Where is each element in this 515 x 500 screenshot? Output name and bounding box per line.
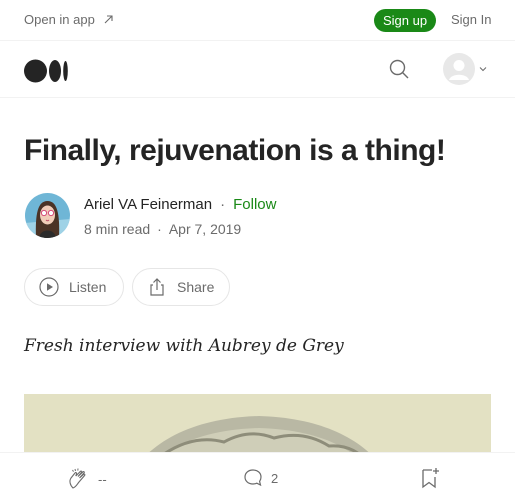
share-label: Share [177, 279, 215, 295]
clap-count: -- [98, 471, 107, 487]
separator-dot: · [220, 196, 226, 213]
user-avatar-icon [443, 53, 475, 85]
listen-button[interactable]: Listen [24, 268, 124, 306]
arrow-up-right-icon [104, 15, 113, 24]
author-line: Ariel VA Feinerman · Follow [84, 196, 276, 213]
search-icon[interactable] [388, 58, 410, 80]
share-button[interactable]: Share [132, 268, 230, 306]
share-icon [150, 278, 164, 296]
author-avatar[interactable] [25, 193, 70, 238]
clap-button[interactable]: -- [66, 467, 107, 491]
medium-logo[interactable] [24, 59, 70, 83]
open-in-app-link[interactable]: Open in app [24, 12, 114, 27]
sign-in-link[interactable]: Sign In [451, 12, 491, 27]
comment-icon [244, 469, 262, 487]
article-subtitle: Fresh interview with Aubrey de Grey [24, 336, 344, 356]
response-count: 2 [271, 470, 279, 486]
bottom-action-bar: -- 2 [0, 452, 515, 500]
listen-label: Listen [69, 279, 107, 295]
clap-icon [69, 468, 86, 489]
bookmark-add-icon[interactable] [421, 466, 441, 490]
responses-button[interactable]: 2 [243, 468, 278, 488]
user-menu[interactable] [443, 53, 487, 85]
top-bar: Open in app Sign up Sign In [0, 0, 515, 41]
sign-up-button[interactable]: Sign up [374, 9, 436, 32]
separator-dot: · [157, 221, 162, 237]
chevron-down-icon [479, 67, 487, 72]
read-time: 8 min read [84, 221, 151, 237]
open-in-app-label: Open in app [24, 12, 95, 27]
follow-button[interactable]: Follow [233, 196, 276, 213]
play-icon [39, 277, 59, 297]
article-meta: 8 min read · Apr 7, 2019 [84, 221, 241, 237]
article-title: Finally, rejuvenation is a thing! [24, 134, 446, 167]
publish-date: Apr 7, 2019 [168, 221, 242, 237]
author-name[interactable]: Ariel VA Feinerman [84, 196, 212, 213]
nav-bar [0, 41, 515, 98]
